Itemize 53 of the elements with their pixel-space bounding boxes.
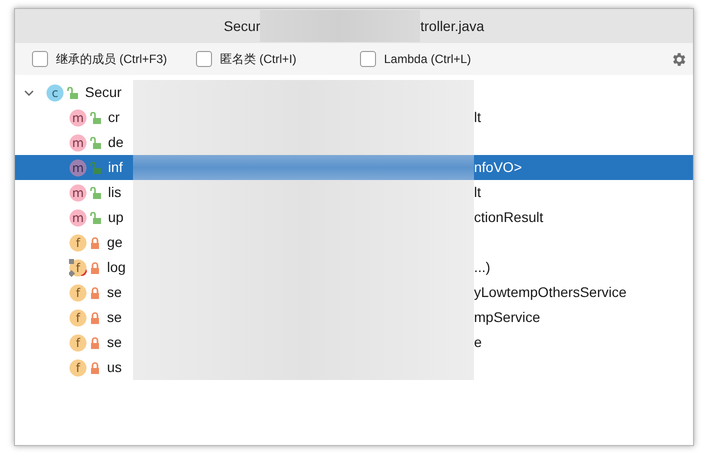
checkbox[interactable] — [32, 51, 48, 67]
filter-checkbox[interactable]: 匿名类 (Ctrl+I) — [196, 50, 360, 68]
member-name-end: mpService — [474, 308, 540, 327]
member-name-end: lt — [474, 183, 481, 202]
member-name-start: se — [107, 283, 122, 302]
checkbox[interactable] — [360, 51, 376, 67]
member-name-end: yLowtempOthersService — [474, 283, 627, 302]
member-name-end: ctionResult — [474, 208, 544, 227]
member-name-start: cr — [108, 108, 120, 127]
member-name-start: inf — [108, 158, 123, 177]
field-icon: f — [69, 284, 87, 302]
field-icon: f — [69, 308, 87, 326]
member-name-end: ...) — [474, 258, 490, 277]
member-name-start: lis — [108, 183, 122, 202]
member-name-start: Secur — [85, 83, 122, 102]
field-icon: f — [69, 234, 87, 252]
member-name-start: us — [107, 358, 122, 377]
tree-item[interactable]: f ge — [15, 230, 693, 255]
tree-item[interactable]: m up ctionResult — [15, 205, 693, 230]
tree-item[interactable]: f se mpService — [15, 305, 693, 330]
method-icon: m — [69, 208, 87, 226]
method-icon: m — [69, 108, 87, 126]
member-name-start: log — [107, 258, 126, 277]
member-name-start: up — [108, 208, 124, 227]
filter-checkbox[interactable]: 继承的成员 (Ctrl+F3) — [32, 50, 196, 68]
filter-checkbox[interactable]: Lambda (Ctrl+L) — [360, 50, 472, 68]
member-name-start: de — [108, 133, 124, 152]
member-name-end: nfoVO> — [474, 158, 522, 177]
member-name-start: ge — [107, 233, 123, 252]
checkbox[interactable] — [196, 51, 212, 67]
member-name-start: se — [107, 333, 122, 352]
tree-item[interactable]: f us — [15, 355, 693, 380]
tree-item[interactable]: f log ...) — [15, 255, 693, 280]
tree-item[interactable]: m de — [15, 130, 693, 155]
tree-item[interactable]: m inf nfoVO> — [15, 155, 693, 180]
tree-item[interactable]: c Secur — [15, 80, 693, 105]
method-icon: m — [69, 134, 87, 152]
settings-icon[interactable] — [670, 50, 687, 68]
tree-item[interactable]: f se yLowtempOthersService — [15, 280, 693, 305]
method-icon: m — [69, 158, 87, 176]
class-icon: c — [46, 84, 64, 102]
tree-item[interactable]: f se e — [15, 330, 693, 355]
window-title-end: troller.java — [420, 16, 484, 36]
tree-item[interactable]: m cr lt — [15, 105, 693, 130]
tree-item[interactable]: m lis lt — [15, 180, 693, 205]
window-title-start: Secur — [224, 16, 260, 36]
member-name-end: lt — [474, 108, 481, 127]
member-name-end: e — [474, 333, 482, 352]
method-icon: m — [69, 184, 87, 202]
field-icon: f — [69, 258, 87, 276]
field-icon: f — [69, 334, 87, 352]
field-icon: f — [69, 358, 87, 376]
member-name-start: se — [107, 308, 122, 327]
